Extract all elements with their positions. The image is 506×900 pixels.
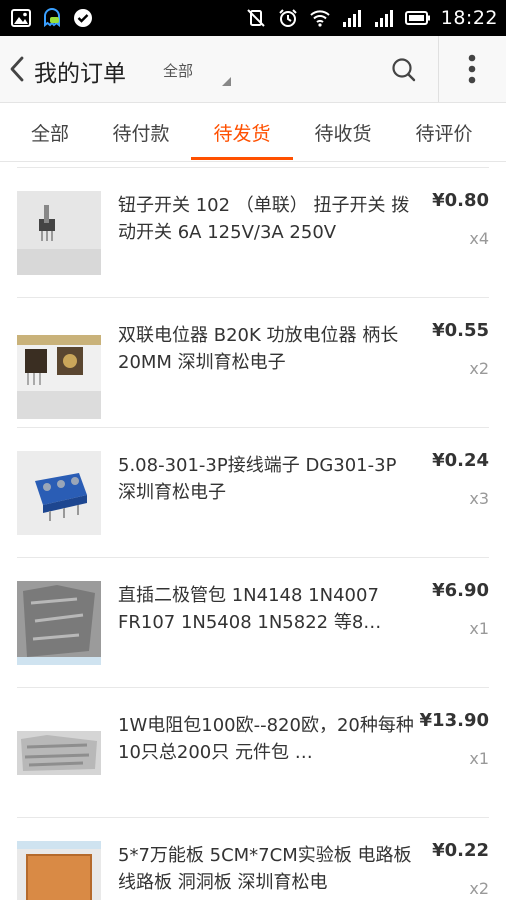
active-tab-indicator — [191, 157, 293, 160]
tab-pending-shipment[interactable]: 待发货 — [191, 103, 293, 161]
product-title: 1W电阻包100欧--820欧，20种每种10只总200只 元件包 … — [118, 715, 414, 763]
product-price: ¥6.90 — [432, 580, 489, 601]
order-filter-dropdown[interactable]: 全部 — [163, 50, 233, 94]
product-quantity: x2 — [469, 359, 489, 378]
product-price: ¥0.22 — [432, 840, 489, 861]
more-vertical-icon[interactable] — [454, 50, 490, 88]
dropdown-caret-icon — [222, 77, 231, 86]
product-quantity: x1 — [469, 619, 489, 638]
list-item[interactable]: 1W电阻包100欧--820欧，20种每种10只总200只 元件包 … ¥13.… — [0, 682, 506, 812]
page-title: 我的订单 — [34, 61, 126, 87]
list-item[interactable]: 5*7万能板 5CM*7CM实验板 电路板 线路板 洞洞板 深圳育松电 ¥0.2… — [0, 812, 506, 900]
wifi-icon — [310, 10, 330, 27]
product-title: 5*7万能板 5CM*7CM实验板 电路板 线路板 洞洞板 深圳育松电 — [118, 845, 412, 893]
toggle-switch-image — [17, 191, 101, 275]
product-thumbnail[interactable] — [17, 581, 101, 665]
divider — [17, 557, 489, 558]
signal-icon — [374, 10, 393, 27]
app-header: 我的订单 全部 — [0, 36, 506, 103]
product-price: ¥0.24 — [432, 450, 489, 471]
tab-pending-review[interactable]: 待评价 — [393, 103, 495, 161]
header-divider — [438, 36, 439, 102]
potentiometer-image — [17, 335, 101, 391]
list-item[interactable]: 5.08-301-3P接线端子 DG301-3P 深圳育松电子 ¥0.24 x3 — [0, 422, 506, 552]
status-time: 18:22 — [440, 7, 498, 29]
search-icon[interactable] — [387, 53, 421, 87]
tab-pending-payment[interactable]: 待付款 — [90, 103, 192, 161]
divider — [17, 687, 489, 688]
order-list: 钮子开关 102 （单联） 扭子开关 拨动开关 6A 125V/3A 250V … — [0, 162, 506, 900]
product-thumbnail[interactable] — [17, 451, 101, 535]
list-item[interactable]: 直插二极管包 1N4148 1N4007 FR107 1N5408 1N5822… — [0, 552, 506, 682]
check-circle-icon — [74, 9, 92, 27]
product-thumbnail[interactable] — [17, 731, 101, 775]
list-item[interactable]: 钮子开关 102 （单联） 扭子开关 拨动开关 6A 125V/3A 250V … — [0, 162, 506, 292]
mute-vibrate-icon — [247, 9, 265, 27]
product-quantity: x4 — [469, 229, 489, 248]
order-status-tabs: 全部 待付款 待发货 待收货 待评价 — [0, 103, 506, 162]
alarm-icon — [279, 9, 297, 27]
signal-icon — [342, 10, 361, 27]
product-title: 直插二极管包 1N4148 1N4007 FR107 1N5408 1N5822… — [118, 585, 382, 633]
status-bar-right: 18:22 — [245, 6, 498, 30]
product-quantity: x1 — [469, 749, 489, 768]
diode-pack-image — [17, 581, 101, 665]
tab-all[interactable]: 全部 — [0, 103, 100, 161]
tab-pending-receipt[interactable]: 待收货 — [292, 103, 394, 161]
filter-label: 全部 — [163, 62, 194, 80]
divider — [17, 427, 489, 428]
product-price: ¥13.90 — [419, 710, 489, 731]
product-title: 钮子开关 102 （单联） 扭子开关 拨动开关 6A 125V/3A 250V — [118, 195, 410, 243]
list-item[interactable]: 双联电位器 B20K 功放电位器 柄长20MM 深圳育松电子 ¥0.55 x2 — [0, 292, 506, 422]
divider — [17, 297, 489, 298]
prototype-board-image — [17, 841, 101, 900]
product-thumbnail[interactable] — [17, 335, 101, 419]
product-title: 5.08-301-3P接线端子 DG301-3P 深圳育松电子 — [118, 455, 397, 503]
image-icon — [11, 9, 31, 27]
product-thumbnail[interactable] — [17, 191, 101, 275]
product-title: 双联电位器 B20K 功放电位器 柄长20MM 深圳育松电子 — [118, 325, 399, 373]
divider — [17, 817, 489, 818]
product-quantity: x2 — [469, 879, 489, 898]
product-thumbnail[interactable] — [17, 841, 101, 900]
resistor-pack-image — [17, 731, 101, 775]
terminal-block-image — [17, 451, 101, 535]
product-quantity: x3 — [469, 489, 489, 508]
product-price: ¥0.55 — [432, 320, 489, 341]
divider — [17, 167, 489, 168]
battery-icon — [404, 11, 430, 25]
product-price: ¥0.80 — [432, 190, 489, 211]
status-bar: 18:22 — [0, 0, 506, 36]
ghost-assistant-icon — [44, 8, 60, 28]
chevron-left-icon[interactable] — [6, 54, 28, 84]
status-bar-left — [10, 6, 94, 30]
